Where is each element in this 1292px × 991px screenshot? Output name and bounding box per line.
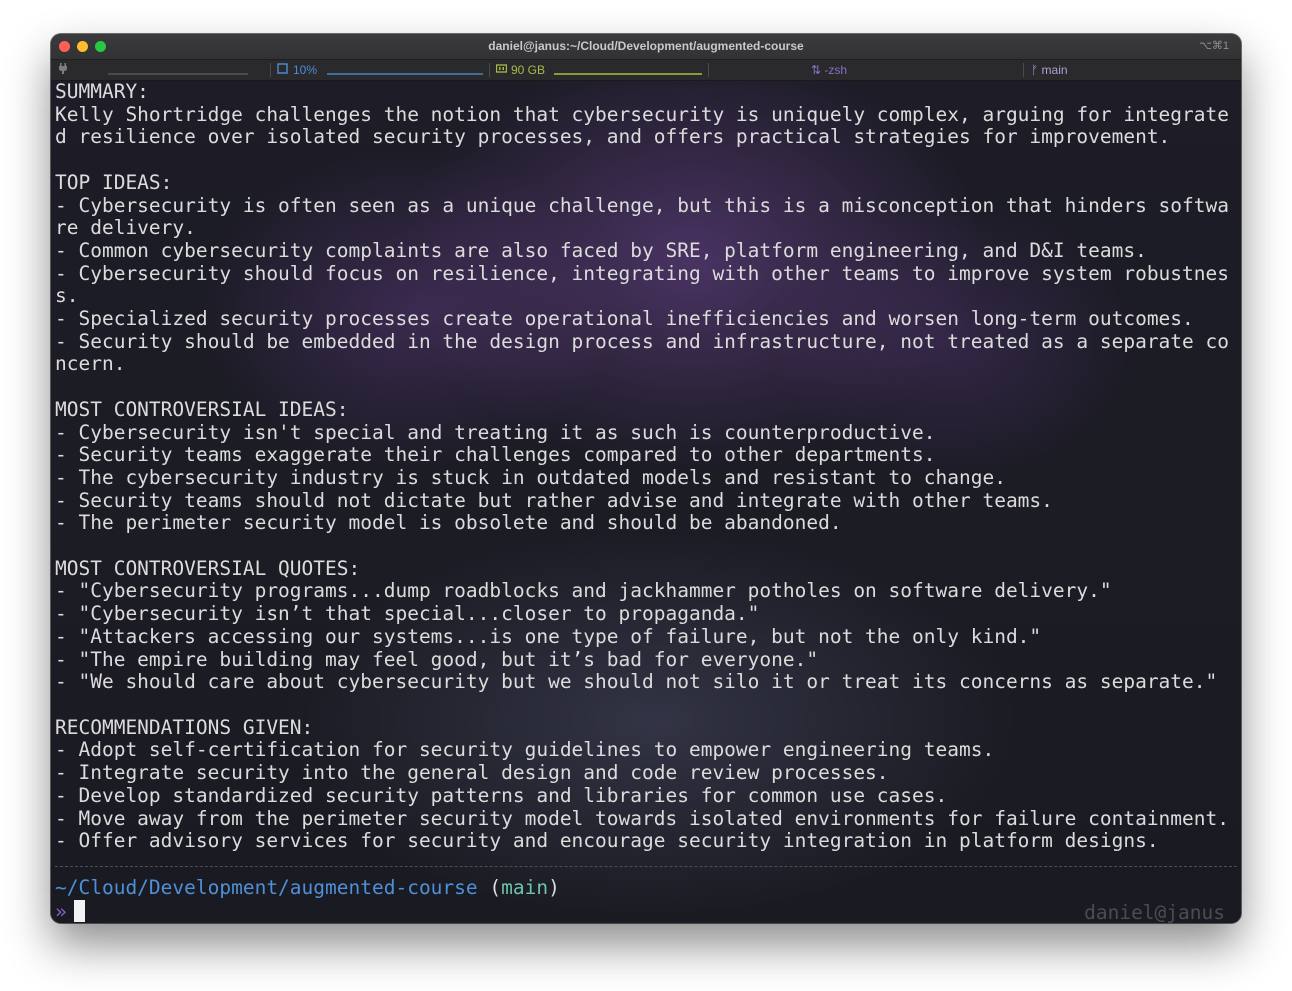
terminal-output-line: - Develop standardized security patterns… xyxy=(55,783,948,807)
terminal-output-line: RECOMMENDATIONS GIVEN: xyxy=(55,715,314,739)
terminal-output-line: - The perimeter security model is obsole… xyxy=(55,511,842,535)
terminal-output-line: - Cybersecurity is often seen as a uniqu… xyxy=(55,193,1229,217)
prompt-divider xyxy=(55,866,1237,867)
prompt-branch-close: ) xyxy=(548,876,560,899)
memory-meter xyxy=(554,73,702,75)
terminal-output-line: - Offer advisory services for security a… xyxy=(55,829,1159,853)
shell-name: -zsh xyxy=(824,63,848,77)
prompt-path-line: ~/Cloud/Development/augmented-course (ma… xyxy=(55,876,560,900)
command-input-line[interactable]: » xyxy=(55,900,85,923)
terminal-output-line: Kelly Shortridge challenges the notion t… xyxy=(55,102,1229,126)
prompt-branch-open: ( xyxy=(477,876,502,899)
terminal-output-line: s. xyxy=(55,284,79,308)
terminal-output-line: - Security should be embedded in the des… xyxy=(55,329,1229,353)
terminal-output-line: MOST CONTROVERSIAL QUOTES: xyxy=(55,556,361,580)
terminal-output-line: re delivery. xyxy=(55,216,196,240)
terminal-output-line: - The cybersecurity industry is stuck in… xyxy=(55,465,1006,489)
terminal-output-line: - Specialized security processes create … xyxy=(55,307,1194,331)
battery-meter xyxy=(108,73,248,75)
terminal-output-line: ncern. xyxy=(55,352,126,376)
prompt-branch: main xyxy=(501,876,549,899)
terminal-output-line: - "Attackers accessing our systems...is … xyxy=(55,624,1042,648)
shell-indicator: ⇅ -zsh xyxy=(811,63,847,77)
terminal-output-line: - Cybersecurity isn't special and treati… xyxy=(55,420,936,444)
title-bar: daniel@janus:~/Cloud/Development/augment… xyxy=(51,34,1241,60)
terminal-output-line: - Move away from the perimeter security … xyxy=(55,806,1229,830)
shell-icon: ⇅ xyxy=(811,63,822,77)
prompt-path: ~/Cloud/Development/augmented-course xyxy=(55,876,478,899)
terminal-output-line: - Cybersecurity should focus on resilien… xyxy=(55,261,1229,285)
plug-icon xyxy=(59,63,67,77)
cpu-icon xyxy=(277,63,288,77)
branch-icon: ᚠ xyxy=(1031,63,1039,77)
terminal-output-line: - "Cybersecurity programs...dump roadblo… xyxy=(55,579,1112,603)
terminal-output-line: - Integrate security into the general de… xyxy=(55,761,889,785)
terminal-output-line: - Adopt self-certification for security … xyxy=(55,738,995,762)
terminal-output-line: SUMMARY: xyxy=(55,81,149,103)
memory-icon xyxy=(495,63,508,77)
memory-usage: 90 GB xyxy=(511,63,546,77)
status-divider xyxy=(708,63,709,77)
terminal-output-line: d resilience over isolated security proc… xyxy=(55,125,1171,149)
terminal-pane[interactable]: SUMMARY: Kelly Shortridge challenges the… xyxy=(51,81,1241,923)
cpu-usage: 10% xyxy=(293,63,318,77)
terminal-output-line: - Security teams should not dictate but … xyxy=(55,488,1053,512)
terminal-output-line: MOST CONTROVERSIAL IDEAS: xyxy=(55,397,349,421)
git-branch-indicator: ᚠ main xyxy=(1031,63,1068,77)
status-bar: 10% 90 GB ⇅ -zsh ᚠ main xyxy=(51,60,1241,81)
cpu-meter xyxy=(327,73,483,75)
right-prompt: daniel@janus xyxy=(1084,901,1225,923)
terminal-output-line: - "The empire building may feel good, bu… xyxy=(55,647,819,671)
terminal-output-line: TOP IDEAS: xyxy=(55,170,173,194)
terminal-output-line: - Security teams exaggerate their challe… xyxy=(55,443,936,467)
prompt-symbol: » xyxy=(55,900,67,923)
terminal-output-line: - Common cybersecurity complaints are al… xyxy=(55,238,1147,262)
branch-name: main xyxy=(1041,63,1068,77)
text-cursor xyxy=(73,900,85,922)
window-shortcut: ⌥⌘1 xyxy=(1199,40,1229,52)
status-divider xyxy=(489,63,490,77)
terminal-output: SUMMARY: Kelly Shortridge challenges the… xyxy=(55,81,1229,853)
window-title: daniel@janus:~/Cloud/Development/augment… xyxy=(488,39,804,53)
status-divider xyxy=(270,63,271,77)
terminal-output-line: - "We should care about cybersecurity bu… xyxy=(55,670,1218,694)
terminal-window: daniel@janus:~/Cloud/Development/augment… xyxy=(51,34,1241,923)
status-divider xyxy=(1023,63,1024,77)
terminal-output-line: - "Cybersecurity isn’t that special...cl… xyxy=(55,602,760,626)
